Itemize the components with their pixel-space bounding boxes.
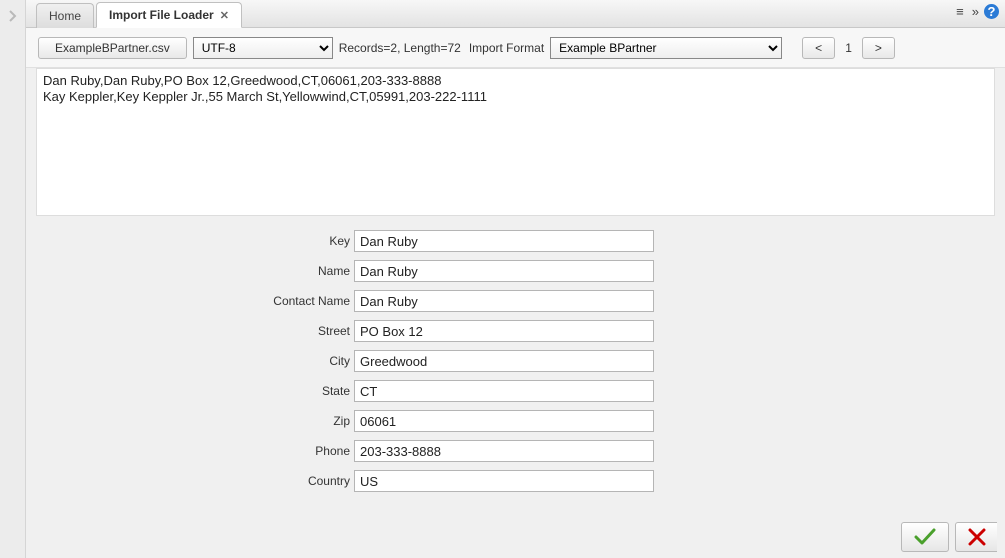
field-input[interactable]: [354, 410, 654, 432]
ok-button[interactable]: [901, 522, 949, 552]
import-format-select[interactable]: Example BPartner: [550, 37, 782, 59]
footer-actions: [901, 522, 997, 552]
import-format-label: Import Format: [469, 41, 544, 55]
cancel-button[interactable]: [955, 522, 997, 552]
form-row: State: [26, 378, 1005, 404]
field-input[interactable]: [354, 260, 654, 282]
form-row: Name: [26, 258, 1005, 284]
field-label: Phone: [26, 444, 354, 458]
field-input[interactable]: [354, 320, 654, 342]
field-input[interactable]: [354, 470, 654, 492]
form-row: Zip: [26, 408, 1005, 434]
file-preview: Dan Ruby,Dan Ruby,PO Box 12,Greedwood,CT…: [36, 68, 995, 216]
toolbar: ExampleBPartner.csv UTF-8 Records=2, Len…: [26, 28, 1005, 68]
form-row: Phone: [26, 438, 1005, 464]
check-icon: [914, 528, 936, 546]
field-label: State: [26, 384, 354, 398]
encoding-select[interactable]: UTF-8: [193, 37, 333, 59]
records-label: Records=2, Length=72: [339, 41, 461, 55]
field-label: Contact Name: [26, 294, 354, 308]
prev-record-button[interactable]: <: [802, 37, 835, 59]
tab-bar: Home Import File Loader ✕ ≡ » ?: [26, 0, 1005, 28]
help-icon[interactable]: ?: [984, 4, 999, 19]
field-label: Country: [26, 474, 354, 488]
field-label: Key: [26, 234, 354, 248]
form-row: Key: [26, 228, 1005, 254]
close-icon[interactable]: ✕: [220, 9, 229, 22]
chevron-right-icon: [8, 10, 18, 22]
collapse-icon[interactable]: »: [972, 4, 976, 19]
next-record-button[interactable]: >: [862, 37, 895, 59]
field-label: Zip: [26, 414, 354, 428]
field-input[interactable]: [354, 350, 654, 372]
x-icon: [968, 528, 986, 546]
tab-label: Import File Loader: [109, 8, 214, 22]
tab-label: Home: [49, 9, 81, 23]
file-button[interactable]: ExampleBPartner.csv: [38, 37, 187, 59]
sidebar-toggle[interactable]: [0, 0, 26, 558]
field-input[interactable]: [354, 290, 654, 312]
menu-icon[interactable]: ≡: [956, 4, 964, 19]
form-row: Street: [26, 318, 1005, 344]
field-label: Street: [26, 324, 354, 338]
field-label: City: [26, 354, 354, 368]
field-input[interactable]: [354, 440, 654, 462]
form-row: Contact Name: [26, 288, 1005, 314]
form-row: Country: [26, 468, 1005, 494]
field-label: Name: [26, 264, 354, 278]
window-controls: ≡ » ?: [956, 4, 999, 19]
field-input[interactable]: [354, 230, 654, 252]
record-form: Key Name Contact Name Street City State Zip Pho…: [26, 228, 1005, 494]
field-input[interactable]: [354, 380, 654, 402]
page-number: 1: [841, 41, 856, 55]
form-row: City: [26, 348, 1005, 374]
tab-home[interactable]: Home: [36, 3, 94, 28]
tab-import-file-loader[interactable]: Import File Loader ✕: [96, 2, 242, 28]
